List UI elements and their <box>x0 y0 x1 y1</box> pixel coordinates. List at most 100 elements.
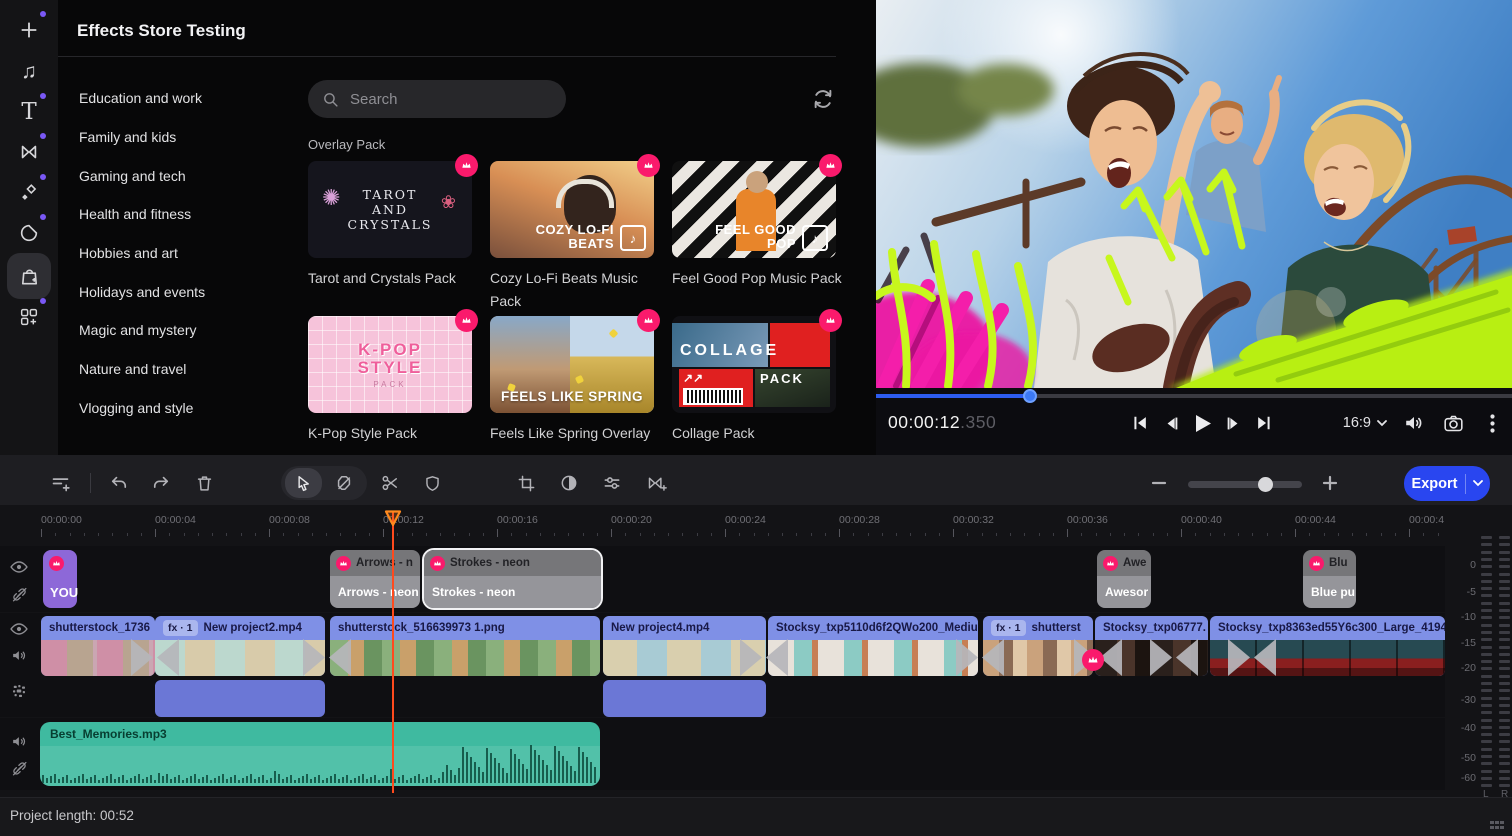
add-track-button[interactable] <box>43 466 77 500</box>
overlay-clip-you[interactable]: YOU <box>43 550 77 608</box>
video-track-mute-toggle[interactable] <box>8 644 30 666</box>
timeline-zoom-slider[interactable] <box>1188 481 1302 488</box>
skip-to-end-button[interactable] <box>1252 408 1276 438</box>
aspect-ratio-value: 16:9 <box>1343 415 1371 431</box>
premium-crown-badge <box>819 309 842 332</box>
crop-button[interactable] <box>509 466 543 500</box>
pack-title[interactable]: Tarot and Crystals Pack <box>308 267 478 290</box>
overlay-clip-blue[interactable]: Blu Blue pu <box>1303 550 1356 608</box>
shield-tool-button[interactable] <box>415 466 449 500</box>
linked-audio-segment[interactable] <box>603 680 766 717</box>
seek-bar[interactable] <box>876 394 1512 398</box>
text-icon: T <box>21 101 36 124</box>
export-button[interactable]: Export <box>1404 466 1490 501</box>
select-tool-button[interactable] <box>286 466 320 500</box>
overlay-clip-strokes-neon[interactable]: Strokes - neon Strokes - neon <box>424 550 601 608</box>
search-input[interactable] <box>348 90 532 109</box>
overlay-clip-arrows-neon[interactable]: Arrows - n Arrows - neon <box>330 550 420 608</box>
play-button[interactable] <box>1190 408 1214 438</box>
pack-title[interactable]: Cozy Lo-Fi Beats Music Pack <box>490 267 660 313</box>
pack-thumbnail[interactable]: K-POP STYLE PACK <box>308 316 472 413</box>
audio-button[interactable]: ♫ <box>7 51 51 91</box>
video-clip[interactable]: Stocksy_txp8363ed55Y6c300_Large_4194 <box>1210 616 1445 676</box>
thumb-text: STYLE <box>358 359 423 377</box>
seek-thumb[interactable] <box>1023 389 1037 403</box>
video-clip[interactable]: New project4.mp4 <box>603 616 766 676</box>
overlay-track-link-toggle[interactable] <box>8 583 30 605</box>
premium-crown-badge <box>1103 556 1118 571</box>
thumb-text: COLLAGE <box>680 342 779 360</box>
more-options-button[interactable] <box>1480 408 1504 438</box>
pack-title[interactable]: K-Pop Style Pack <box>308 422 478 445</box>
link-slash-icon <box>10 585 29 604</box>
previous-frame-button[interactable] <box>1159 408 1183 438</box>
next-frame-button[interactable] <box>1221 408 1245 438</box>
sidebar-item-holidays-and-events[interactable]: Holidays and events <box>79 272 289 311</box>
category-list: Education and workFamily and kidsGaming … <box>79 79 289 427</box>
video-clip[interactable]: shutterstock_1736 <box>41 616 155 676</box>
titles-button[interactable]: T <box>7 92 51 132</box>
playhead-handle[interactable] <box>384 510 402 527</box>
delete-button[interactable] <box>187 466 221 500</box>
sidebar-item-gaming-and-tech[interactable]: Gaming and tech <box>79 156 289 195</box>
aspect-ratio-selector[interactable]: 16:9 <box>1343 415 1387 431</box>
stickers-button[interactable] <box>7 213 51 253</box>
zoom-slider-thumb[interactable] <box>1258 477 1273 492</box>
search-bar[interactable] <box>308 80 566 118</box>
pack-thumbnail[interactable]: ↗↗ COLLAGE PACK <box>672 316 836 413</box>
pack-card: FEELS LIKE SPRING Feels Like Spring Over… <box>490 316 660 445</box>
redo-button[interactable] <box>144 466 178 500</box>
more-tools-button[interactable] <box>7 297 51 337</box>
audio-track-mute-toggle[interactable] <box>8 730 30 752</box>
video-clip[interactable]: Stocksy_txp06777. <box>1095 616 1208 676</box>
pack-title[interactable]: Feels Like Spring Overlay <box>490 422 660 445</box>
refresh-button[interactable] <box>810 86 836 112</box>
sidebar-item-nature-and-travel[interactable]: Nature and travel <box>79 350 289 389</box>
undo-button[interactable] <box>102 466 136 500</box>
preview-player: 00:00:12.350 16:9 <box>876 0 1512 455</box>
clip-properties-button[interactable] <box>595 466 629 500</box>
thumb-text: K-POP <box>358 341 422 359</box>
pack-card: COZY LO-FIBEATS ♪ Cozy Lo-Fi Beats Music… <box>490 161 660 313</box>
color-adjust-button[interactable] <box>552 466 586 500</box>
video-clip[interactable]: fx · 1shutterst <box>983 616 1093 676</box>
zoom-in-button[interactable] <box>1313 466 1347 500</box>
overlay-track-visibility-toggle[interactable] <box>8 556 30 578</box>
pack-thumbnail[interactable]: FEEL GOODPOP ♪ <box>672 161 836 258</box>
add-media-button[interactable] <box>7 10 51 50</box>
transitions-button[interactable] <box>7 132 51 172</box>
pack-title[interactable]: Collage Pack <box>672 422 842 445</box>
video-clip[interactable]: fx · 1New project2.mp4 <box>155 616 325 676</box>
sidebar-item-magic-and-mystery[interactable]: Magic and mystery <box>79 311 289 350</box>
clip-label: Stocksy_txp5110d6f2QWo200_Mediu <box>776 622 978 634</box>
pack-thumbnail[interactable]: FEELS LIKE SPRING <box>490 316 654 413</box>
pack-thumbnail[interactable]: COZY LO-FIBEATS ♪ <box>490 161 654 258</box>
effects-button[interactable] <box>7 173 51 213</box>
ruler-ticks[interactable] <box>0 529 1445 539</box>
marker-tool-button[interactable] <box>327 466 361 500</box>
effects-store-button[interactable] <box>7 253 51 299</box>
audio-clip[interactable]: Best_Memories.mp3 <box>40 722 600 786</box>
video-clip[interactable]: Stocksy_txp5110d6f2QWo200_Mediu <box>768 616 978 676</box>
video-track-visibility-toggle[interactable] <box>8 618 30 640</box>
ruler-labels[interactable]: 00:00:0000:00:0400:00:0800:00:1200:00:16… <box>0 514 1445 528</box>
add-transition-button[interactable] <box>639 466 673 500</box>
resize-grip-icon[interactable] <box>1490 821 1504 831</box>
audio-track-link-toggle[interactable] <box>8 757 30 779</box>
clip-label: Best_Memories.mp3 <box>40 722 600 741</box>
volume-button[interactable] <box>1402 408 1426 438</box>
sidebar-item-hobbies-and-art[interactable]: Hobbies and art <box>79 234 289 273</box>
pack-title[interactable]: Feel Good Pop Music Pack <box>672 267 842 290</box>
sidebar-item-vlogging-and-style[interactable]: Vlogging and style <box>79 389 289 428</box>
linked-audio-segment[interactable] <box>155 680 325 717</box>
sidebar-item-family-and-kids[interactable]: Family and kids <box>79 118 289 157</box>
sidebar-item-education-and-work[interactable]: Education and work <box>79 79 289 118</box>
sidebar-item-health-and-fitness[interactable]: Health and fitness <box>79 195 289 234</box>
skip-to-start-button[interactable] <box>1128 408 1152 438</box>
video-track-chroma-key-button[interactable] <box>8 680 30 702</box>
pack-thumbnail[interactable]: ✺ ❀ TAROT AND CRYSTALS <box>308 161 472 258</box>
split-scissors-button[interactable] <box>373 466 407 500</box>
overlay-clip-awesome[interactable]: Awe Awesor <box>1097 550 1151 608</box>
zoom-out-button[interactable] <box>1142 466 1176 500</box>
video-clip[interactable]: shutterstock_516639973 1.png <box>330 616 600 676</box>
